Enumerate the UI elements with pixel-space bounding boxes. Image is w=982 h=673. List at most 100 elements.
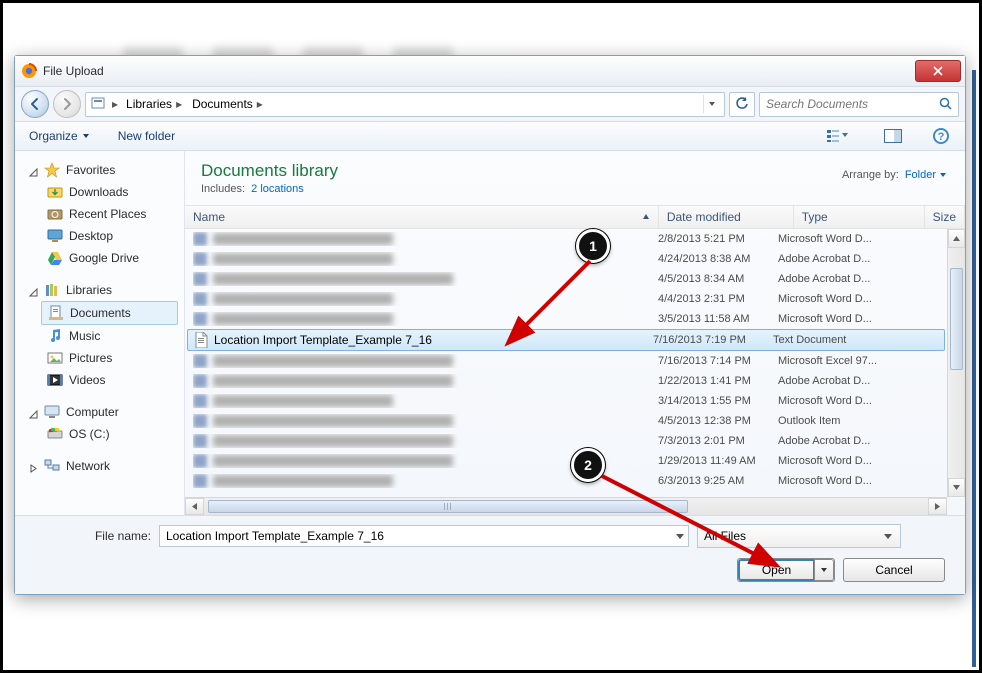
sidebar-item-pictures[interactable]: Pictures [19, 347, 184, 369]
breadcrumb-documents[interactable]: Documents▸ [186, 93, 265, 116]
file-type: Microsoft Word D... [778, 475, 894, 487]
bottom-bar: File name: All Files Open [15, 515, 965, 594]
open-split-button[interactable] [814, 559, 834, 581]
sidebar-network[interactable]: Network [19, 455, 184, 477]
search-box[interactable] [759, 92, 959, 117]
file-row[interactable]: 1/22/2013 1:41 PMAdobe Acrobat D... [185, 371, 947, 391]
file-upload-dialog: File Upload ▸ Libraries▸ Documents▸ [14, 55, 966, 595]
arrange-by: Arrange by: Folder [842, 169, 947, 181]
file-row[interactable]: 2/8/2013 5:21 PMMicrosoft Word D... [185, 229, 947, 249]
collapse-arrow-icon [29, 462, 38, 471]
file-name-blurred [213, 273, 453, 285]
file-icon-blurred [193, 454, 207, 468]
file-row[interactable]: 4/5/2013 12:38 PMOutlook Item [185, 411, 947, 431]
file-type: Microsoft Word D... [778, 293, 894, 305]
file-name-blurred [213, 233, 393, 245]
help-button[interactable]: ? [927, 124, 955, 148]
file-icon-blurred [193, 252, 207, 266]
downloads-icon [47, 184, 63, 200]
new-folder-label: New folder [118, 129, 175, 143]
file-type: Microsoft Excel 97... [778, 355, 894, 367]
file-name: Location Import Template_Example 7_16 [214, 333, 432, 347]
refresh-button[interactable] [729, 92, 755, 117]
file-row[interactable]: 6/3/2013 9:25 AMMicrosoft Word D... [185, 471, 947, 491]
breadcrumb-dropdown[interactable] [703, 95, 720, 113]
file-icon-blurred [193, 232, 207, 246]
scroll-right-button[interactable] [928, 498, 947, 515]
documents-icon [48, 305, 64, 321]
vscroll-thumb[interactable] [950, 268, 963, 370]
file-date: 4/5/2013 12:38 PM [658, 415, 778, 427]
new-folder-button[interactable]: New folder [114, 127, 179, 145]
sort-asc-icon [642, 210, 650, 224]
organize-menu[interactable]: Organize [25, 127, 94, 145]
file-name-blurred [213, 455, 453, 467]
scroll-left-button[interactable] [185, 498, 204, 515]
filename-label: File name: [31, 529, 151, 543]
sidebar-item-downloads[interactable]: Downloads [19, 181, 184, 203]
scroll-up-button[interactable] [948, 229, 965, 248]
file-type: Text Document [773, 334, 889, 346]
sidebar-item-os-c[interactable]: OS (C:) [19, 423, 184, 445]
file-icon-blurred [193, 474, 207, 488]
annotation-arrow-1 [500, 255, 610, 355]
sidebar-network-label: Network [66, 459, 110, 473]
arrange-mode-button[interactable]: Folder [905, 169, 947, 181]
sidebar-computer[interactable]: Computer [19, 401, 184, 423]
file-icon-blurred [193, 292, 207, 306]
file-date: 3/14/2013 1:55 PM [658, 395, 778, 407]
chevron-right-icon[interactable]: ▸ [112, 97, 118, 111]
organize-label: Organize [29, 129, 78, 143]
file-row[interactable]: 3/14/2013 1:55 PMMicrosoft Word D... [185, 391, 947, 411]
preview-pane-button[interactable] [879, 124, 907, 148]
libraries-icon [44, 282, 60, 298]
forward-button[interactable] [53, 90, 81, 118]
file-name-blurred [213, 435, 453, 447]
column-size[interactable]: Size [925, 206, 965, 228]
nav-bar: ▸ Libraries▸ Documents▸ [15, 87, 965, 122]
cancel-button[interactable]: Cancel [843, 558, 945, 582]
sidebar-item-videos[interactable]: Videos [19, 369, 184, 391]
search-input[interactable] [764, 96, 938, 112]
file-date: 1/22/2013 1:41 PM [658, 375, 778, 387]
file-row[interactable]: 7/3/2013 2:01 PMAdobe Acrobat D... [185, 431, 947, 451]
file-date: 4/5/2013 8:34 AM [658, 273, 778, 285]
scroll-down-button[interactable] [948, 478, 965, 497]
view-mode-button[interactable] [815, 124, 859, 148]
library-title: Documents library [201, 161, 949, 181]
close-button[interactable] [915, 60, 961, 82]
videos-icon [47, 372, 63, 388]
sidebar-favorites-label: Favorites [66, 163, 115, 177]
sidebar-item-google-drive[interactable]: Google Drive [19, 247, 184, 269]
expand-arrow-icon [29, 286, 38, 295]
location-icon [90, 95, 108, 113]
sidebar-item-recent-places[interactable]: Recent Places [19, 203, 184, 225]
sidebar-libraries[interactable]: Libraries [19, 279, 184, 301]
file-row[interactable]: 1/29/2013 11:49 AMMicrosoft Word D... [185, 451, 947, 471]
breadcrumb[interactable]: ▸ Libraries▸ Documents▸ [85, 92, 725, 117]
back-button[interactable] [21, 90, 49, 118]
locations-link[interactable]: 2 locations [251, 183, 304, 195]
breadcrumb-libraries[interactable]: Libraries▸ [120, 93, 184, 116]
sidebar-item-documents[interactable]: Documents [41, 301, 178, 325]
column-date[interactable]: Date modified [659, 206, 794, 228]
file-type: Microsoft Word D... [778, 233, 894, 245]
file-name-blurred [213, 415, 453, 427]
file-name-blurred [213, 253, 393, 265]
horizontal-scrollbar[interactable] [185, 497, 947, 515]
column-headers: Name Date modified Type Size [185, 205, 965, 229]
recent-places-icon [47, 206, 63, 222]
vertical-scrollbar[interactable] [947, 229, 965, 497]
sidebar-item-music[interactable]: Music [19, 325, 184, 347]
column-type[interactable]: Type [794, 206, 925, 228]
drive-icon [47, 426, 63, 442]
file-icon-blurred [193, 374, 207, 388]
annotation-arrow-2 [598, 470, 788, 575]
sidebar-favorites[interactable]: Favorites [19, 159, 184, 181]
desktop-icon [47, 228, 63, 244]
text-file-icon [194, 332, 208, 348]
expand-arrow-icon [29, 166, 38, 175]
sidebar-item-desktop[interactable]: Desktop [19, 225, 184, 247]
file-name-blurred [213, 375, 453, 387]
column-name[interactable]: Name [185, 206, 659, 228]
